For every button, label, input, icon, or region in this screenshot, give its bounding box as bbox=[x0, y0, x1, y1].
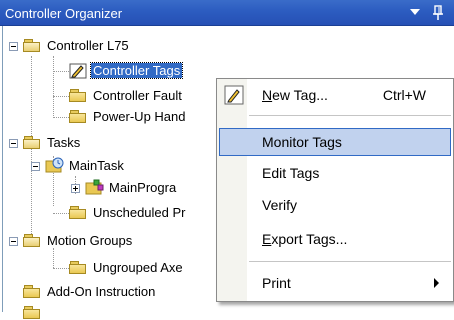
context-menu: New Tag... Ctrl+W Monitor Tags Edit Tags… bbox=[216, 78, 454, 302]
collapse-toggle-icon[interactable] bbox=[9, 42, 18, 51]
menu-separator bbox=[249, 115, 451, 116]
collapse-toggle-icon[interactable] bbox=[31, 162, 40, 171]
expand-toggle-icon[interactable] bbox=[71, 184, 80, 193]
tree-item-label: Power-Up Hand bbox=[93, 109, 186, 124]
tree-item-label: Ungrouped Axe bbox=[93, 260, 183, 275]
folder-icon bbox=[69, 206, 87, 220]
folder-icon bbox=[69, 261, 87, 275]
tree-item-label: Add-On Instruction bbox=[47, 284, 156, 299]
panel-titlebar: Controller Organizer bbox=[0, 0, 454, 26]
pencil-icon bbox=[224, 85, 244, 105]
tree-item-label: Tasks bbox=[47, 135, 81, 150]
menu-item-label: Edit Tags bbox=[262, 165, 320, 181]
menu-item-label: New Tag... bbox=[262, 87, 328, 103]
tree-item-label: MainProgra bbox=[109, 180, 177, 195]
menu-item-label: Verify bbox=[262, 197, 298, 213]
task-icon bbox=[45, 157, 64, 173]
menu-item-edit-tags[interactable]: Edit Tags bbox=[219, 159, 451, 187]
tree-item-label: Motion Groups bbox=[47, 233, 133, 248]
panel-title: Controller Organizer bbox=[5, 6, 123, 21]
tree-item-label: MainTask bbox=[69, 158, 124, 173]
folder-icon bbox=[69, 110, 87, 124]
menu-item-label: Print bbox=[262, 275, 291, 291]
menu-item-label: Monitor Tags bbox=[262, 134, 342, 150]
tree-item-label: Controller L75 bbox=[47, 38, 129, 53]
folder-icon bbox=[23, 285, 41, 299]
menu-icon-gutter bbox=[217, 79, 247, 301]
tree-item-label: Controller Tags bbox=[89, 62, 184, 79]
tree-item-label: Controller Fault bbox=[93, 88, 182, 103]
folder-open-icon bbox=[23, 234, 41, 248]
folder-open-icon bbox=[23, 39, 41, 53]
submenu-arrow-icon bbox=[434, 278, 439, 288]
dropdown-arrow-icon[interactable] bbox=[410, 9, 420, 15]
menu-item-export-tags[interactable]: Export Tags... bbox=[219, 225, 451, 253]
menu-item-print[interactable]: Print bbox=[219, 269, 451, 297]
folder-icon bbox=[69, 89, 87, 103]
tags-icon bbox=[69, 63, 87, 79]
folder-icon bbox=[23, 306, 41, 320]
menu-item-new-tag[interactable]: New Tag... Ctrl+W bbox=[219, 81, 451, 109]
menu-item-verify[interactable]: Verify bbox=[219, 191, 451, 219]
folder-open-icon bbox=[23, 136, 41, 150]
collapse-toggle-icon[interactable] bbox=[9, 237, 18, 246]
program-icon bbox=[85, 179, 104, 195]
pin-icon[interactable] bbox=[432, 5, 444, 21]
menu-separator bbox=[249, 261, 451, 262]
tree-item-label: Unscheduled Pr bbox=[93, 205, 186, 220]
collapse-toggle-icon[interactable] bbox=[9, 139, 18, 148]
menu-item-shortcut: Ctrl+W bbox=[382, 87, 426, 103]
tree-item-controller[interactable]: Controller L75 bbox=[3, 36, 303, 56]
menu-item-label: Export Tags... bbox=[262, 231, 348, 247]
menu-item-monitor-tags[interactable]: Monitor Tags bbox=[219, 128, 451, 156]
